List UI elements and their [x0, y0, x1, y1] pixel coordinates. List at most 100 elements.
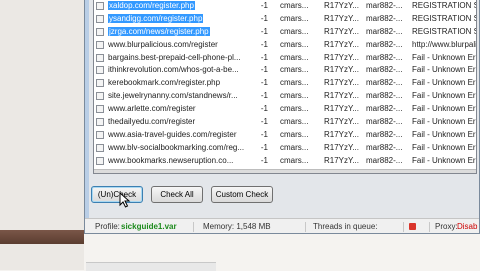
- row-email: mar882-...: [366, 129, 403, 139]
- row-number: -1: [260, 65, 268, 75]
- row-url-text: www.asia-travel-guides.com/register: [108, 129, 237, 139]
- row-number: -1: [260, 52, 268, 62]
- row-status: Fail - Unknown Error: [412, 65, 476, 75]
- stop-icon[interactable]: [409, 223, 416, 230]
- row-username: cmars...: [280, 39, 309, 49]
- table-row[interactable]: thedailyedu.com/register -1 cmars... R17YzY…: [94, 116, 476, 129]
- row-number: -1: [260, 39, 268, 49]
- app-window: xaldop.com/register.php -1 cmars... R17YzY.…: [84, 0, 480, 234]
- row-url: bargains.best-prepaid-cell-phone-pl...: [108, 52, 248, 65]
- proxy-label: Proxy:: [435, 222, 458, 231]
- row-checkbox[interactable]: [96, 118, 104, 127]
- table-row[interactable]: www.arlette.com/register -1 cmars... R17YzY…: [94, 103, 476, 116]
- row-email: mar882-...: [366, 13, 403, 23]
- table-row[interactable]: www.bookmarks.newseruption.co... -1 cmars.…: [94, 155, 476, 168]
- row-checkbox[interactable]: [96, 2, 104, 10]
- horizontal-scrollbar[interactable]: [94, 169, 476, 173]
- threads-in-queue-label: Threads in queue:: [313, 222, 378, 231]
- row-url: kerebookmark.com/register.php: [108, 77, 248, 90]
- row-checkbox[interactable]: [96, 105, 104, 114]
- custom-check-button[interactable]: Custom Check: [211, 186, 273, 203]
- row-checkbox[interactable]: [96, 53, 104, 62]
- row-status: http://www.blurpali: [412, 39, 477, 49]
- row-url: thedailyedu.com/register: [108, 116, 248, 129]
- row-status: Fail - Unknown Error: [412, 91, 476, 101]
- row-url-text: www.bookmarks.newseruption.co...: [108, 155, 234, 165]
- row-email: mar882-...: [366, 117, 403, 127]
- row-checkbox[interactable]: [96, 79, 104, 88]
- table-row[interactable]: xaldop.com/register.php -1 cmars... R17YzY.…: [94, 0, 476, 13]
- table-row[interactable]: site.jewelrynanny.com/standnews/r... -1 cm…: [94, 90, 476, 103]
- check-all-button[interactable]: Check All: [151, 186, 203, 203]
- row-password: R17YzY...: [324, 1, 359, 10]
- row-username: cmars...: [280, 104, 309, 114]
- mouse-cursor-icon: [119, 192, 131, 208]
- row-username: cmars...: [280, 142, 309, 152]
- row-checkbox[interactable]: [96, 143, 104, 152]
- row-email: mar882-...: [366, 1, 403, 10]
- table-row[interactable]: ysandigg.com/register.php -1 cmars... R17Yz…: [94, 13, 476, 26]
- row-checkbox[interactable]: [96, 14, 104, 23]
- row-password: R17YzY...: [324, 39, 359, 49]
- row-checkbox[interactable]: [96, 156, 104, 165]
- row-url: www.asia-travel-guides.com/register: [108, 129, 248, 142]
- row-email: mar882-...: [366, 142, 403, 152]
- row-password: R17YzY...: [324, 13, 359, 23]
- results-list[interactable]: xaldop.com/register.php -1 cmars... R17YzY.…: [93, 0, 477, 174]
- uncheck-button[interactable]: (Un)Check: [91, 186, 143, 203]
- row-username: cmars...: [280, 65, 309, 75]
- profile-label: Profile:: [95, 222, 120, 231]
- status-separator: [403, 222, 404, 232]
- table-row[interactable]: www.blurpalicious.com/register -1 cmars...…: [94, 39, 476, 52]
- row-status: Fail - Unknown Error: [412, 117, 476, 127]
- row-url: xaldop.com/register.php: [108, 0, 248, 13]
- row-status: Fail - Unknown Error: [412, 129, 476, 139]
- row-checkbox[interactable]: [96, 66, 104, 75]
- row-number: -1: [260, 155, 268, 165]
- row-password: R17YzY...: [324, 91, 359, 101]
- row-status: Fail - Unknown Error: [412, 142, 476, 152]
- row-status: Fail - Unknown Error: [412, 52, 476, 62]
- row-email: mar882-...: [366, 65, 403, 75]
- table-row[interactable]: ithinkrevolution.com/whos-got-a-be... -1 c…: [94, 64, 476, 77]
- row-checkbox[interactable]: [96, 130, 104, 139]
- background-image-strip: [0, 230, 84, 244]
- row-password: R17YzY...: [324, 26, 359, 36]
- row-url-text: www.blurpalicious.com/register: [108, 39, 218, 49]
- table-row[interactable]: www.asia-travel-guides.com/register -1 cma…: [94, 129, 476, 142]
- row-url: ysandigg.com/register.php: [108, 13, 248, 26]
- status-bar: Profile: sickguide1.var Memory: 1,548 MB…: [85, 218, 479, 233]
- window-frame-edge: [85, 0, 89, 233]
- row-password: R17YzY...: [324, 142, 359, 152]
- row-username: cmars...: [280, 155, 309, 165]
- row-email: mar882-...: [366, 39, 403, 49]
- table-row[interactable]: jzrga.com/news/register.php -1 cmars... R17…: [94, 26, 476, 39]
- row-url: www.blv-socialbookmarking.com/reg...: [108, 142, 248, 155]
- results-rows: xaldop.com/register.php -1 cmars... R17YzY.…: [94, 0, 476, 168]
- row-checkbox[interactable]: [96, 92, 104, 101]
- row-url-text: www.blv-socialbookmarking.com/reg...: [108, 142, 245, 152]
- row-url-text: bargains.best-prepaid-cell-phone-pl...: [108, 52, 241, 62]
- row-status: REGISTRATION SU: [412, 13, 476, 23]
- row-number: -1: [260, 13, 268, 23]
- status-separator: [193, 222, 194, 232]
- row-username: cmars...: [280, 1, 309, 10]
- row-number: -1: [260, 142, 268, 152]
- row-status: Fail - Unknown Error: [412, 155, 476, 165]
- table-row[interactable]: www.blv-socialbookmarking.com/reg... -1 cm…: [94, 142, 476, 155]
- row-password: R17YzY...: [324, 155, 359, 165]
- row-url: site.jewelrynanny.com/standnews/r...: [108, 90, 248, 103]
- table-row[interactable]: kerebookmark.com/register.php -1 cmars... R…: [94, 77, 476, 90]
- status-separator: [429, 222, 430, 232]
- row-status: Fail - Unknown Error: [412, 78, 476, 88]
- row-url: www.bookmarks.newseruption.co...: [108, 155, 248, 168]
- row-email: mar882-...: [366, 78, 403, 88]
- status-separator: [305, 222, 306, 232]
- row-checkbox[interactable]: [96, 40, 104, 49]
- row-url: www.arlette.com/register: [108, 103, 248, 116]
- row-password: R17YzY...: [324, 117, 359, 127]
- row-url-text: kerebookmark.com/register.php: [108, 78, 221, 88]
- row-checkbox[interactable]: [96, 27, 104, 36]
- table-row[interactable]: bargains.best-prepaid-cell-phone-pl... -1…: [94, 52, 476, 65]
- row-username: cmars...: [280, 129, 309, 139]
